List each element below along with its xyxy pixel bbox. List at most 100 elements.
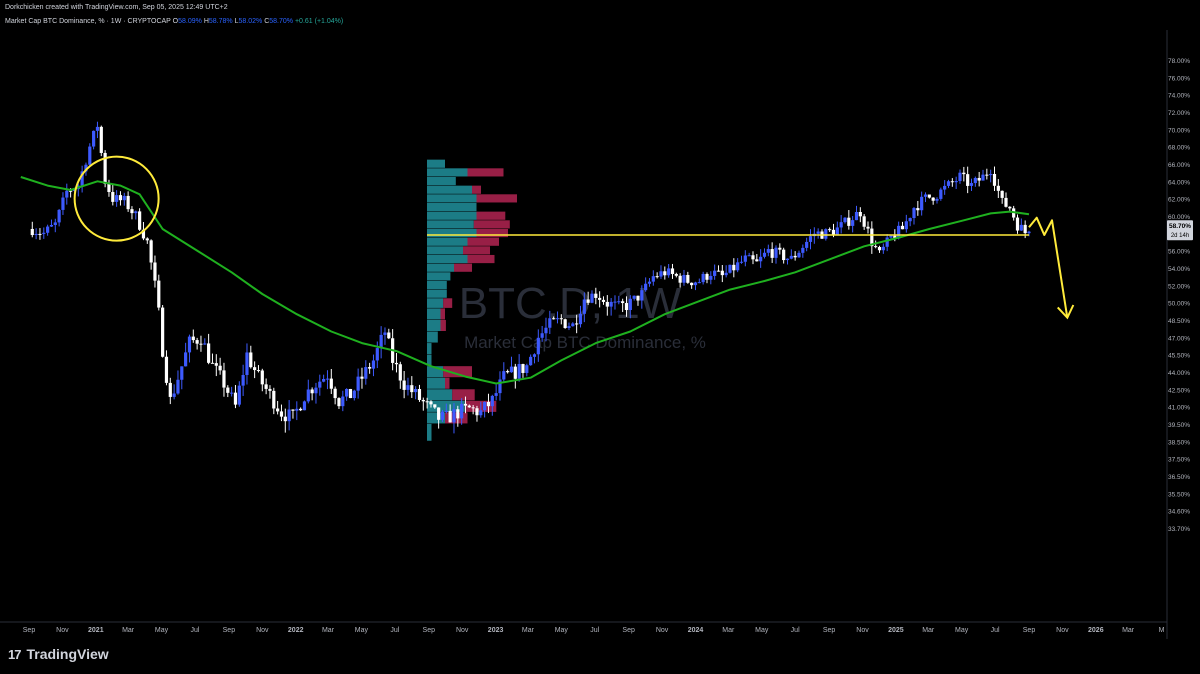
candle-body: [65, 190, 69, 198]
candle-body: [640, 290, 644, 301]
time-axis-tick-label: Sep: [423, 627, 436, 634]
candle-body: [126, 195, 130, 210]
volume-profile-down-bar: [472, 185, 481, 194]
candle-body: [977, 177, 981, 181]
time-axis-tick-label: Nov: [256, 627, 269, 634]
time-axis-tick-label: 2023: [488, 627, 504, 634]
volume-profile-up-bar: [427, 272, 451, 281]
symbol-legend[interactable]: Market Cap BTC Dominance, % · 1W · CRYPT…: [5, 18, 343, 25]
candle-body: [329, 378, 333, 389]
candle-body: [383, 332, 387, 335]
projection-path: [1028, 216, 1069, 318]
volume-profile-up-bar: [427, 343, 432, 355]
candle-body: [912, 208, 916, 219]
candle-body: [605, 301, 609, 307]
candle-body: [540, 333, 544, 338]
candle-body: [743, 255, 747, 262]
volume-profile-up-bar: [427, 298, 444, 308]
tradingview-logo[interactable]: 17 TradingView: [8, 646, 109, 662]
candle-body: [264, 384, 268, 389]
candle-body: [946, 181, 951, 186]
candle-body: [877, 247, 882, 251]
candle-body: [337, 398, 341, 407]
candle-body: [444, 410, 448, 412]
candle-body: [690, 282, 694, 286]
volume-profile-down-bar: [443, 298, 453, 308]
candle-body: [548, 318, 552, 328]
time-axis-tick-label: Sep: [823, 627, 836, 634]
volume-profile-up-bar: [427, 159, 445, 168]
candle-body: [295, 408, 299, 411]
candle-body: [38, 233, 42, 235]
candle-body: [962, 172, 966, 175]
price-axis-tick-label: 70.00%: [1168, 127, 1190, 134]
candle-body: [168, 382, 172, 397]
volume-profile-up-bar: [427, 202, 477, 212]
candle-body: [736, 262, 740, 271]
candle-body: [908, 218, 912, 222]
candle-body: [755, 259, 759, 262]
candle-body: [808, 236, 813, 242]
time-axis-tick-label: Nov: [456, 627, 469, 634]
candle-body: [598, 297, 602, 300]
candle-body: [172, 393, 176, 397]
candle-body: [157, 280, 161, 308]
candle-body: [709, 275, 713, 280]
candle-body: [567, 326, 571, 328]
footer-bar: [0, 639, 1200, 669]
candle-body: [111, 192, 115, 202]
candle-body: [130, 209, 134, 214]
candle-body: [797, 252, 801, 258]
candle-body: [628, 298, 632, 310]
candle-body: [226, 387, 230, 393]
candle-body: [291, 409, 295, 411]
candle-body: [778, 247, 782, 250]
candle-body: [532, 354, 537, 357]
tradingview-brand: TradingView: [26, 646, 109, 662]
candle-body: [793, 255, 797, 258]
candle-body: [479, 410, 483, 416]
chart-area[interactable]: BTC.D, 1W Market Cap BTC Dominance, % 78.…: [0, 0, 1200, 669]
candle-body: [651, 276, 655, 282]
candle-body: [904, 221, 908, 230]
candle-body: [916, 208, 920, 211]
volume-profile-down-bar: [452, 389, 475, 401]
price-axis-tick-label: 41.00%: [1168, 405, 1190, 412]
candle-body: [414, 389, 418, 393]
candle-body: [621, 301, 625, 304]
price-chart[interactable]: BTC.D, 1WMarket Cap BTC Dominance, % 78.…: [0, 0, 1200, 669]
candle-body: [207, 343, 211, 363]
candle-body: [701, 273, 705, 283]
candle-body: [766, 249, 770, 253]
candle-body: [452, 409, 456, 423]
candle-body: [578, 313, 583, 325]
candle-body: [632, 295, 636, 299]
candle-body: [801, 247, 805, 253]
time-axis-tick-label: 2022: [288, 627, 304, 634]
candle-body: [210, 362, 215, 364]
candle-body: [659, 271, 663, 277]
candle-body: [57, 209, 61, 223]
candle-body: [881, 246, 885, 251]
candle-body: [682, 274, 686, 283]
candle-body: [283, 416, 287, 422]
volume-profile-up-bar: [427, 237, 468, 246]
candle-body: [939, 189, 943, 199]
time-axis-tick-label: Sep: [223, 627, 236, 634]
time-axis-tick-label: Sep: [622, 627, 635, 634]
candle-body: [609, 301, 613, 307]
candle-body: [306, 389, 310, 402]
candle-body: [341, 396, 345, 407]
candle-body: [509, 366, 514, 373]
candle-body: [678, 275, 682, 283]
candle-body: [256, 370, 261, 372]
candle-body: [563, 319, 567, 328]
candle-body: [287, 409, 291, 422]
candle-body: [195, 340, 199, 344]
candle-body: [191, 336, 195, 341]
candle-body: [552, 318, 556, 320]
price-axis-tick-label: 52.00%: [1168, 283, 1190, 290]
candle-body: [406, 385, 410, 390]
price-axis-tick-label: 72.00%: [1168, 110, 1190, 117]
time-axis-tick-label: Nov: [856, 627, 869, 634]
